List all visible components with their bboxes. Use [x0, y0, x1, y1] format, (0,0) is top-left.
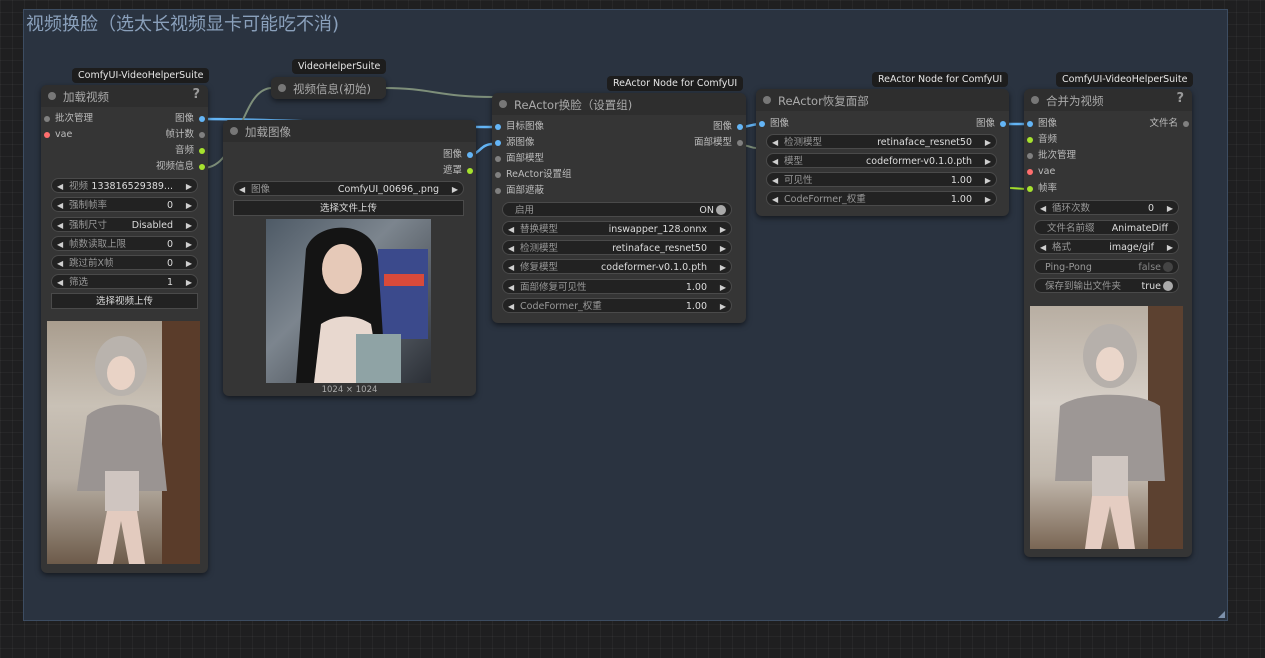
output-mask[interactable]: 遮罩 [443, 165, 474, 177]
output-filenames[interactable]: 文件名 [1149, 118, 1189, 130]
widget-visibility[interactable]: ◀ 可见性 1.00 ▶ [766, 172, 997, 187]
output-frame-count[interactable]: 帧计数 [165, 129, 205, 141]
input-frame-rate[interactable]: 帧率 [1027, 183, 1057, 195]
widget-image[interactable]: ◀ 图像 ComfyUI_00696_.png ▶ [233, 181, 464, 196]
video-preview [47, 321, 200, 564]
input-batch-manager[interactable]: 批次管理 [44, 113, 93, 125]
link-videoinfo-out [384, 87, 494, 98]
input-vae[interactable]: vae [44, 129, 72, 141]
collapse-dot-icon[interactable] [278, 84, 286, 92]
widget-detect-model[interactable]: ◀ 检测模型 retinaface_resnet50 ▶ [502, 240, 732, 255]
toggle-knob-icon [1163, 262, 1173, 272]
output-image[interactable]: 图像 [713, 121, 744, 133]
input-audio[interactable]: 音频 [1027, 134, 1057, 146]
node-title: ReActor换脸（设置组) [514, 98, 633, 112]
node-title: 加载视频 [63, 90, 109, 104]
widget-format[interactable]: ◀ 格式 image/gif ▶ [1034, 239, 1179, 254]
widget-video[interactable]: ◀ 视频 133816529389... ▶ [51, 178, 198, 193]
widget-force-size[interactable]: ◀ 强制尺寸 Disabled ▶ [51, 217, 198, 232]
output-preview [1030, 306, 1183, 549]
input-target-image[interactable]: 目标图像 [495, 121, 544, 133]
collapse-dot-icon[interactable] [48, 92, 56, 100]
image-preview-figure [296, 227, 428, 383]
toggle-save-output[interactable]: 保存到输出文件夹 true [1034, 278, 1179, 293]
node-header[interactable]: 加载视频 ? [41, 85, 208, 107]
toggle-enabled[interactable]: 启用 ON [502, 202, 732, 217]
node-header[interactable]: 视频信息(初始) [271, 77, 386, 99]
node-header[interactable]: ReActor恢复面部 [756, 89, 1009, 111]
video-preview-figure [77, 321, 200, 564]
input-vae[interactable]: vae [1027, 166, 1055, 178]
collapse-dot-icon[interactable] [1031, 96, 1039, 104]
input-reactor-options[interactable]: ReActor设置组 [495, 169, 572, 181]
widget-restore-visibility[interactable]: ◀ 面部修复可见性 1.00 ▶ [502, 279, 732, 294]
output-video-info[interactable]: 视频信息 [156, 161, 206, 173]
help-icon[interactable]: ? [1176, 91, 1184, 106]
node-video-info[interactable]: 视频信息(初始) [271, 77, 386, 99]
node-load-video[interactable]: 加载视频 ? 批次管理 vae 图像 帧计数 音频 视频信息 ◀ 视频 133816… [41, 85, 208, 573]
collapse-dot-icon[interactable] [499, 100, 507, 108]
badge-load-video: ComfyUI-VideoHelperSuite [72, 68, 210, 83]
input-batch-manager[interactable]: 批次管理 [1027, 150, 1076, 162]
toggle-ping-pong[interactable]: Ping-Pong false [1034, 259, 1179, 274]
output-face-model[interactable]: 面部模型 [694, 137, 744, 149]
badge-reactor-restore: ReActor Node for ComfyUI [872, 72, 1009, 87]
collapse-dot-icon[interactable] [230, 127, 238, 135]
output-image[interactable]: 图像 [976, 118, 1007, 130]
node-header[interactable]: 加载图像 [223, 120, 476, 142]
badge-video-info: VideoHelperSuite [292, 59, 387, 74]
widget-force-rate[interactable]: ◀ 强制帧率 0 ▶ [51, 197, 198, 212]
widget-model[interactable]: ◀ 模型 codeformer-v0.1.0.pth ▶ [766, 153, 997, 168]
node-title: 视频信息(初始) [293, 82, 371, 96]
image-preview [266, 219, 431, 383]
widget-detect-model[interactable]: ◀ 检测模型 retinaface_resnet50 ▶ [766, 134, 997, 149]
widget-restore-model[interactable]: ◀ 修复模型 codeformer-v0.1.0.pth ▶ [502, 259, 732, 274]
upload-image-button[interactable]: 选择文件上传 [233, 200, 464, 216]
output-image[interactable]: 图像 [175, 113, 206, 125]
output-image[interactable]: 图像 [443, 149, 474, 161]
toggle-knob-icon [716, 205, 726, 215]
input-face-model[interactable]: 面部模型 [495, 153, 544, 165]
toggle-knob-icon [1163, 281, 1173, 291]
badge-reactor-swap: ReActor Node for ComfyUI [607, 76, 744, 91]
input-face-mask[interactable]: 面部遮蔽 [495, 185, 544, 197]
input-image[interactable]: 图像 [759, 118, 789, 130]
node-reactor-restore[interactable]: ReActor恢复面部 图像 图像 ◀ 检测模型 retinaface_resnet… [756, 89, 1009, 216]
help-icon[interactable]: ? [192, 87, 200, 102]
widget-codeformer-weight[interactable]: ◀ CodeFormer_权重 1.00 ▶ [766, 191, 997, 206]
node-header[interactable]: 合并为视频 ? [1024, 89, 1192, 111]
node-title: ReActor恢复面部 [778, 94, 869, 108]
output-audio[interactable]: 音频 [175, 145, 206, 157]
node-title: 合并为视频 [1046, 94, 1104, 108]
node-load-image[interactable]: 加载图像 图像 遮罩 ◀ 图像 ComfyUI_00696_.png ▶ 选择文件上传… [223, 120, 476, 396]
input-image[interactable]: 图像 [1027, 118, 1057, 130]
widget-select-nth[interactable]: ◀ 筛选 1 ▶ [51, 274, 198, 289]
image-size-caption: 1024 × 1024 [321, 385, 378, 395]
node-reactor-faceswap[interactable]: ReActor换脸（设置组) 目标图像 源图像 面部模型 ReActor设置组 … [492, 93, 746, 323]
collapse-dot-icon[interactable] [763, 96, 771, 104]
widget-swap-model[interactable]: ◀ 替换模型 inswapper_128.onnx ▶ [502, 221, 732, 236]
widget-frame-cap[interactable]: ◀ 帧数读取上限 0 ▶ [51, 236, 198, 251]
upload-video-button[interactable]: 选择视频上传 [51, 293, 198, 309]
output-preview-figure [1055, 306, 1183, 549]
widget-loop-count[interactable]: ◀ 循环次数 0 ▶ [1034, 200, 1179, 215]
badge-combine: ComfyUI-VideoHelperSuite [1056, 72, 1194, 87]
node-header[interactable]: ReActor换脸（设置组) [492, 93, 746, 115]
widget-codeformer-weight[interactable]: ◀ CodeFormer_权重 1.00 ▶ [502, 298, 732, 313]
widget-skip-first[interactable]: ◀ 跳过前X帧 0 ▶ [51, 255, 198, 270]
widget-filename-prefix[interactable]: 文件名前缀 AnimateDiff [1034, 220, 1179, 235]
input-source-image[interactable]: 源图像 [495, 137, 535, 149]
node-video-combine[interactable]: 合并为视频 ? 图像 音频 批次管理 vae 帧率 文件名 ◀ 循环次数 0 ▶ 文件… [1024, 89, 1192, 557]
node-title: 加载图像 [245, 125, 291, 139]
